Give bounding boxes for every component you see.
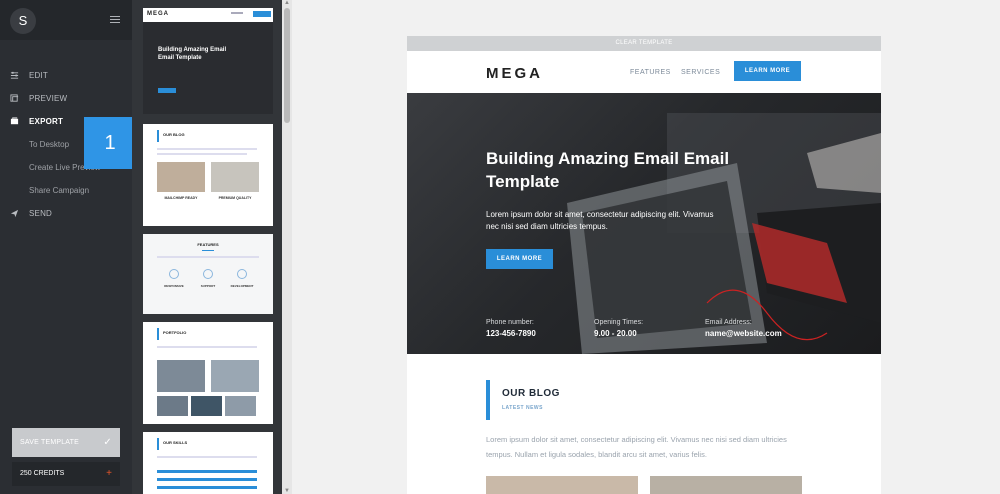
thumbnail-features-block[interactable]: FEATURES RESPONSIVE SUPPORT DEVELOPMENT	[143, 234, 273, 314]
credits-button[interactable]: 250 CREDITS +	[12, 462, 120, 486]
thumbnail-portfolio-block[interactable]: PORTFOLIO	[143, 322, 273, 424]
save-template-label: SAVE TEMPLATE	[20, 439, 80, 446]
header-learn-more-button[interactable]: LEARN MORE	[734, 61, 801, 81]
export-share-campaign[interactable]: Share Campaign	[0, 179, 132, 202]
scrollbar-thumb[interactable]	[284, 8, 290, 123]
avatar[interactable]: S	[10, 8, 36, 34]
save-template-button[interactable]: SAVE TEMPLATE ✓	[12, 428, 120, 457]
preview-icon	[10, 94, 19, 102]
info-phone: Phone number: 123-456-7890	[486, 319, 536, 338]
sidebar-item-edit[interactable]: EDIT	[0, 64, 132, 87]
hero-text: Lorem ipsum dolor sit amet, consectetur …	[486, 210, 714, 231]
info-email: Email Address: name@website.com	[705, 319, 782, 338]
info-label: Phone number:	[486, 319, 534, 326]
nav-services[interactable]: SERVICES	[681, 69, 720, 76]
sidebar: S EDIT PREVIEW EXPORT To Desktop Create …	[0, 0, 132, 494]
hamburger-menu-icon[interactable]	[110, 16, 120, 24]
hero-learn-more-button[interactable]: LEARN MORE	[486, 249, 553, 269]
nav-features[interactable]: FEATURES	[630, 69, 671, 76]
thumbnail-scrollbar[interactable]: ▲ ▼	[282, 0, 292, 494]
thumb-hero-title: Building Amazing Email Email Template	[158, 47, 227, 61]
info-value: 9.00 - 20.00	[594, 329, 637, 338]
sidebar-item-label: EDIT	[29, 71, 49, 80]
credits-label: 250 CREDITS	[20, 470, 65, 477]
thumb-blog-cap2: PREMIUM QUALITY	[218, 196, 252, 200]
export-icon	[10, 117, 19, 125]
info-value: 123-456-7890	[486, 329, 536, 338]
sidebar-item-label: PREVIEW	[29, 94, 68, 103]
blog-subtitle: LATEST NEWS	[502, 405, 543, 411]
blog-text: Lorem ipsum dolor sit amet, consectetur …	[486, 435, 787, 459]
thumbnail-header-block[interactable]: MEGA Building Amazing Email Email Templa…	[143, 8, 273, 114]
hero-title: Building Amazing Email Email Template	[486, 149, 730, 191]
sidebar-item-send[interactable]: SEND	[0, 202, 132, 225]
plus-icon: +	[106, 468, 112, 479]
sidebar-item-preview[interactable]: PREVIEW	[0, 87, 132, 110]
blog-image	[650, 476, 802, 494]
thumb-feature-cap: RESPONSIVE	[164, 284, 184, 288]
email-header: MEGA FEATURES SERVICES LEARN MORE	[407, 51, 881, 93]
sidebar-item-label: SEND	[29, 209, 53, 218]
thumbnail-blog-block[interactable]: OUR BLOG MAILCHIMP READY PREMIUM QUALITY	[143, 124, 273, 226]
email-logo: MEGA	[486, 65, 543, 82]
sidebar-header: S	[0, 0, 132, 40]
thumb-blog-title: OUR BLOG	[163, 132, 185, 137]
clear-template-button[interactable]: CLEAR TEMPLATE	[407, 36, 881, 51]
thumbnail-skills-block[interactable]: OUR SKILLS	[143, 432, 273, 494]
info-value: name@website.com	[705, 329, 782, 338]
thumb-portfolio-title: PORTFOLIO	[163, 330, 187, 335]
thumb-logo: MEGA	[147, 11, 169, 17]
info-label: Opening Times:	[594, 319, 644, 326]
sidebar-item-label: EXPORT	[29, 117, 64, 126]
template-thumbnails: MEGA Building Amazing Email Email Templa…	[132, 0, 282, 494]
thumb-feature-cap: DEVELOPMENT	[230, 284, 254, 288]
send-icon	[10, 209, 19, 218]
thumb-skills-title: OUR SKILLS	[163, 440, 188, 445]
blog-image	[486, 476, 638, 494]
check-icon: ✓	[103, 437, 112, 448]
scroll-up-icon[interactable]: ▲	[284, 0, 290, 6]
info-hours: Opening Times: 9.00 - 20.00	[594, 319, 643, 338]
blog-title: OUR BLOG	[502, 388, 560, 399]
thumb-blog-cap1: MAILCHIMP READY	[164, 196, 198, 200]
blog-accent-bar	[486, 380, 490, 420]
step-badge: 1	[84, 117, 136, 169]
thumb-feature-cap: SUPPORT	[200, 284, 216, 288]
info-label: Email Address:	[705, 319, 752, 326]
hero-section: Building Amazing Email Email Template Lo…	[407, 93, 881, 354]
email-preview: CLEAR TEMPLATE MEGA FEATURES SERVICES LE…	[407, 36, 881, 494]
sliders-icon	[10, 71, 19, 79]
scroll-down-icon[interactable]: ▼	[284, 488, 290, 494]
thumb-features-title: FEATURES	[197, 242, 219, 247]
